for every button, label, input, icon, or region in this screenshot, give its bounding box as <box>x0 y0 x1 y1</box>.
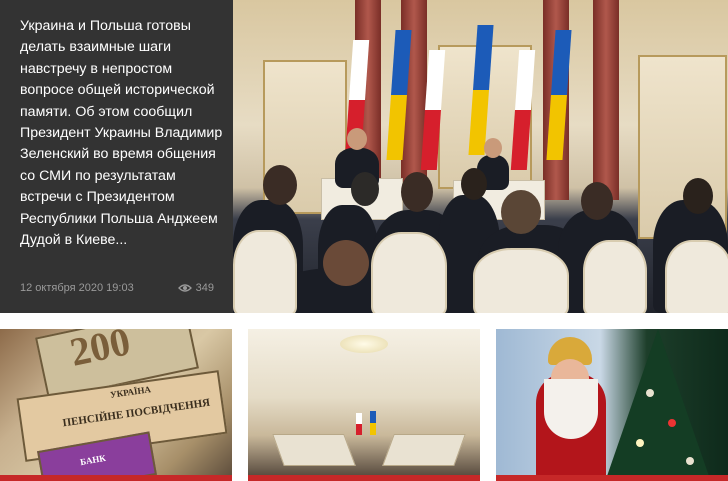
news-card-pension[interactable]: 200 УКРАЇНА ПЕНСІЙНЕ ПОСВІДЧЕННЯ БАНК <box>0 329 232 481</box>
audience-head <box>683 178 713 214</box>
audience-head <box>581 182 613 220</box>
featured-meta: 12 октября 2020 19:03 349 <box>20 282 214 294</box>
christmas-tree <box>606 329 710 479</box>
ornament <box>636 439 644 447</box>
column <box>593 0 619 200</box>
chair <box>371 232 447 313</box>
news-card-meeting[interactable] <box>248 329 480 481</box>
audience-head <box>401 172 433 212</box>
speaker-head <box>484 138 502 158</box>
featured-photo[interactable] <box>233 0 728 313</box>
chair <box>583 240 647 313</box>
chandelier <box>340 335 388 353</box>
ornament <box>686 457 694 465</box>
flag-ukraine <box>370 411 376 435</box>
featured-date: 12 октября 2020 19:03 <box>20 282 134 294</box>
chair <box>473 248 569 313</box>
chair <box>665 240 728 313</box>
chair <box>233 230 297 313</box>
featured-views: 349 <box>177 282 214 294</box>
news-card-new-year[interactable] <box>496 329 728 481</box>
audience-head <box>263 165 297 205</box>
card-accent-bar <box>248 475 480 481</box>
ornament <box>668 419 676 427</box>
audience-head <box>501 190 541 234</box>
flag-poland <box>356 413 362 435</box>
audience-head <box>351 172 379 206</box>
audience-head <box>323 240 369 286</box>
eye-icon <box>177 284 192 292</box>
speaker-head <box>347 128 367 150</box>
featured-text-panel: Украина и Польша готовы делать взаимные … <box>0 0 233 313</box>
santa-beard <box>544 379 598 439</box>
conference-table <box>382 434 466 466</box>
conference-table <box>272 434 356 466</box>
featured-article[interactable]: Украина и Польша готовы делать взаимные … <box>0 0 728 313</box>
featured-summary[interactable]: Украина и Польша готовы делать взаимные … <box>20 16 225 251</box>
ornament <box>646 389 654 397</box>
card-accent-bar <box>496 475 728 481</box>
audience-head <box>461 168 487 200</box>
card-accent-bar <box>0 475 232 481</box>
views-count: 349 <box>195 282 214 294</box>
